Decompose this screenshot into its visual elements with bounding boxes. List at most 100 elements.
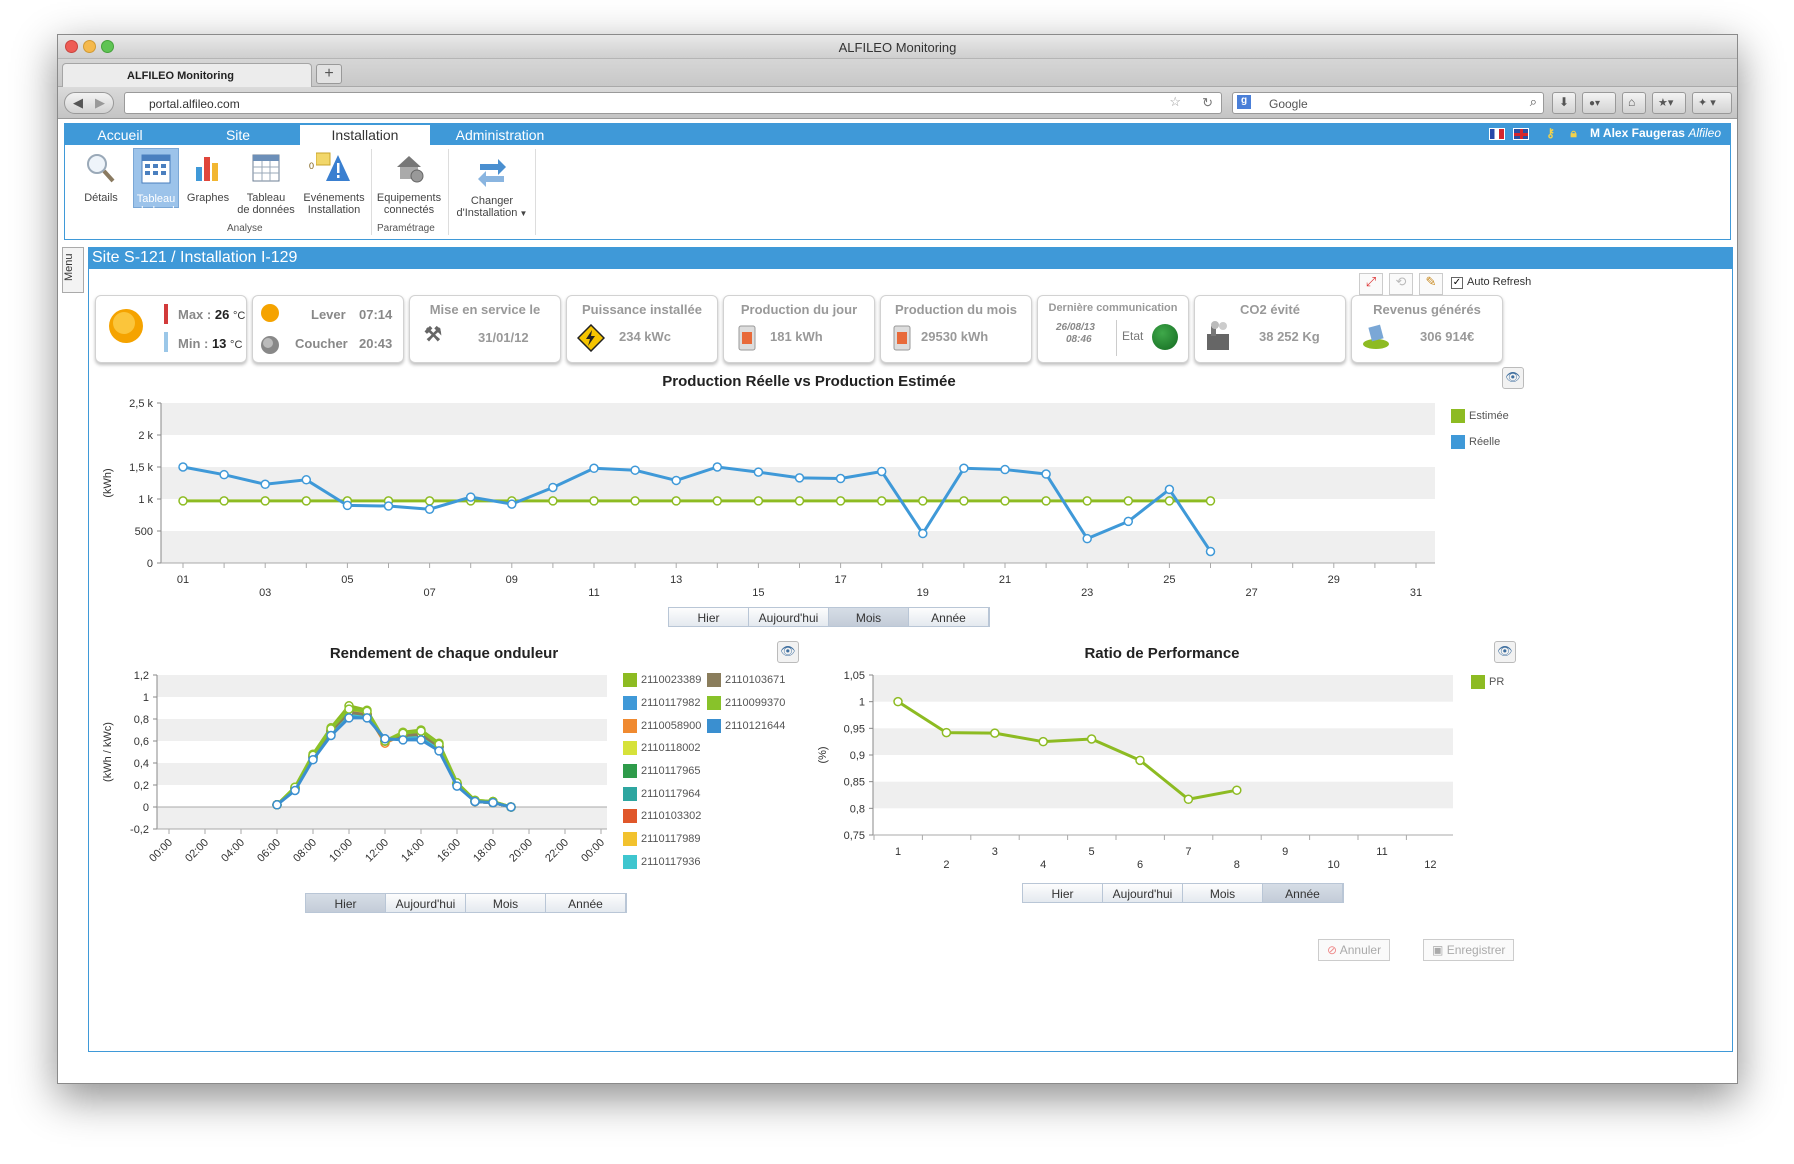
grid-band (157, 763, 607, 785)
ribbon-events[interactable]: 0 Evénements Installation (299, 151, 369, 216)
period-annee[interactable]: Année (1263, 884, 1343, 902)
legend-item[interactable]: 2110117964 (623, 782, 707, 805)
ribbon-details[interactable]: Détails (75, 151, 127, 204)
y-tick-label: 1 k (138, 494, 153, 506)
card-prod-month: Production du mois 29530 kWh (880, 295, 1032, 363)
legend-item[interactable]: 2110121644 (707, 714, 791, 737)
tab-administration[interactable]: Administration (430, 125, 570, 145)
cancel-button[interactable]: ⊘ Annuler (1318, 939, 1391, 961)
period-aujourdhui[interactable]: Aujourd'hui (386, 894, 466, 912)
card-commissioning: Mise en service le ⚒ 31/01/12 (409, 295, 561, 363)
data-point (630, 465, 640, 475)
legend-item[interactable]: 2110103302 (623, 805, 707, 828)
legend-item[interactable]: PR (1471, 669, 1504, 695)
chart3-legend: PR (1471, 669, 1504, 695)
x-tick-label: 6 (1137, 859, 1143, 871)
key-icon[interactable]: ⚷ (1546, 126, 1555, 140)
period-mois[interactable]: Mois (829, 608, 909, 626)
legend-item[interactable]: Réelle (1451, 429, 1509, 455)
ribbon-dashboard-label2: de bord (137, 205, 175, 217)
refresh-icon[interactable]: ⟲ (1389, 273, 1413, 295)
card-temperature: Max : 26 °C Min : 13 °C (95, 295, 247, 363)
home-button[interactable]: ⌂ (1622, 92, 1646, 114)
data-point (308, 754, 318, 765)
period-hier[interactable]: Hier (306, 894, 386, 912)
legend-item[interactable]: 2110099370 (707, 692, 791, 715)
side-menu-toggle[interactable]: Menu (62, 247, 84, 293)
ribbon-equipments[interactable]: Equipements connectés (373, 151, 445, 216)
legend-item[interactable]: 2110117989 (623, 828, 707, 851)
ribbon-group-param: Paramétrage (377, 223, 435, 234)
chart2-eye-icon[interactable]: 👁︎ (777, 641, 799, 663)
grid-band (157, 807, 607, 829)
ribbon-data-table[interactable]: Tableau de données (235, 151, 297, 216)
legend-item[interactable]: 2110058900 (623, 714, 707, 737)
legend-empty (707, 782, 791, 805)
chart3-svg: 0,750,80,850,90,9511,05(%)12345678910111… (817, 670, 1453, 871)
data-point (918, 528, 928, 539)
period-annee[interactable]: Année (909, 608, 989, 626)
forward-arrow-icon[interactable]: ▶ (95, 95, 105, 111)
x-tick-label: 25 (1163, 574, 1175, 586)
chart3-eye-icon[interactable]: 👁︎ (1494, 641, 1516, 663)
temp-max-value: 26 (214, 307, 230, 322)
grid-band (873, 781, 1453, 809)
search-icon[interactable]: ⌕ (1530, 94, 1537, 110)
period-mois[interactable]: Mois (1183, 884, 1263, 902)
legend-label: 2110118002 (641, 742, 701, 755)
grid-band (161, 403, 1435, 435)
chart1-eye-icon[interactable]: 👁︎ (1502, 367, 1524, 389)
data-point (488, 797, 498, 808)
new-tab-icon[interactable]: + (316, 64, 342, 84)
ribbon-change-installation[interactable]: Changer d'Installation ▼ (451, 154, 533, 220)
legend-item[interactable]: 2110103671 (707, 669, 791, 692)
star-icon[interactable]: ☆ (1169, 94, 1181, 110)
legend-swatch (623, 718, 637, 733)
prod-jour-value: 181 kWh (770, 329, 823, 344)
card-sun-times: Lever 07:14 Coucher 20:43 (252, 295, 404, 363)
tab-installation[interactable]: Installation (300, 125, 430, 145)
back-arrow-icon[interactable]: ◀ (73, 95, 83, 111)
download-button[interactable]: ⬇ (1552, 92, 1576, 114)
min-bar (164, 332, 168, 352)
reload-icon[interactable]: ↻ (1202, 95, 1213, 111)
extensions-button[interactable]: ✦ ▾ (1692, 92, 1732, 114)
flag-fr-icon[interactable] (1489, 127, 1506, 140)
bookmarks-button[interactable]: ★▾ (1652, 92, 1686, 114)
period-aujourdhui[interactable]: Aujourd'hui (749, 608, 829, 626)
auto-refresh-checkbox[interactable]: ✓ (1451, 277, 1463, 289)
lock-icon[interactable]: 🔒︎ (1570, 126, 1576, 140)
chart1-legend: Estimée Réelle (1451, 403, 1509, 455)
save-button[interactable]: ▣ Enregistrer (1423, 939, 1515, 961)
period-hier[interactable]: Hier (669, 608, 749, 626)
edit-icon[interactable]: ✎ (1419, 273, 1443, 295)
period-mois[interactable]: Mois (466, 894, 546, 912)
adblock-button[interactable]: ●▾ (1582, 92, 1616, 114)
event-badge: 0 (309, 161, 315, 171)
fullscreen-icon[interactable]: ⤢ (1359, 273, 1383, 295)
tab-accueil[interactable]: Accueil (64, 125, 176, 145)
tab-site[interactable]: Site (176, 125, 300, 145)
url-field[interactable]: portal.alfileo.com ↻ ☆ (124, 92, 1222, 114)
back-forward-buttons[interactable]: ◀ ▶ (64, 92, 114, 114)
period-hier[interactable]: Hier (1023, 884, 1103, 902)
period-aujourdhui[interactable]: Aujourd'hui (1103, 884, 1183, 902)
legend-item[interactable]: 2110117982 (623, 692, 707, 715)
search-placeholder: Google (1269, 97, 1308, 111)
chart2-svg: -0,2 0 0,2 0,4 0,6 0,8 1 1,2 (kWh / kWc) 00:00 02:… (102, 670, 607, 865)
legend-item[interactable]: 2110117965 (623, 760, 707, 783)
legend-swatch (623, 809, 637, 824)
legend-item[interactable]: 2110117936 (623, 851, 707, 874)
flag-uk-icon[interactable] (1512, 127, 1529, 140)
legend-item[interactable]: 2110118002 (623, 737, 707, 760)
period-annee[interactable]: Année (546, 894, 626, 912)
legend-item[interactable]: Estimée (1451, 403, 1509, 429)
data-point (1086, 734, 1097, 744)
legend-item[interactable]: 2110023389 (623, 669, 707, 692)
ribbon-dashboard[interactable]: Tableau de bord (133, 148, 179, 217)
user-name[interactable]: M Alex Faugeras (1590, 126, 1685, 140)
ribbon-graphes[interactable]: Graphes (183, 151, 233, 204)
grid-band (161, 531, 1435, 563)
browser-tab[interactable]: ALFILEO Monitoring (62, 63, 312, 87)
search-field[interactable]: g Google ⌕ (1232, 92, 1544, 114)
